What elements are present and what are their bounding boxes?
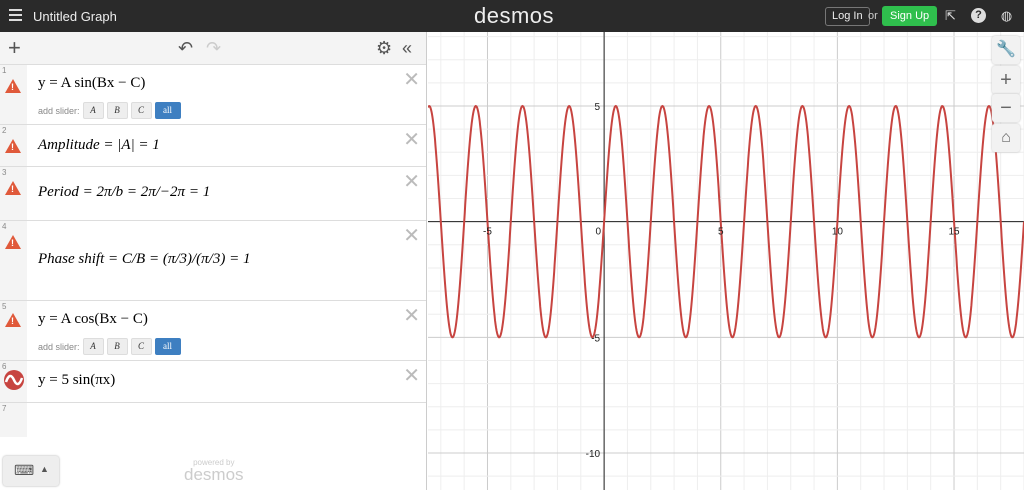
y-tick-label: -5 [591, 333, 600, 344]
redo-icon[interactable]: ↷ [206, 38, 221, 59]
zoom-in-button[interactable]: + [992, 66, 1020, 94]
expression-math[interactable]: Phase shift = C/B = (π/3)/(π/3) = 1 [38, 251, 250, 268]
warning-icon[interactable]: ! [5, 79, 21, 93]
row-number: 2 [2, 126, 7, 135]
login-button[interactable]: Log In [825, 7, 870, 26]
expression-math[interactable]: y = A cos(Bx − C) [38, 311, 148, 328]
keyboard-icon: ⌨ [14, 462, 35, 478]
expression-row-4[interactable]: 4! Phase shift = C/B = (π/3)/(π/3) = 1 ✕ [0, 221, 426, 301]
warning-icon[interactable]: ! [5, 313, 21, 327]
add-slider-label: add slider: [38, 105, 80, 116]
expression-math[interactable]: Period = 2π/b = 2π/−2π = 1 [38, 184, 210, 201]
expression-math[interactable]: y = 5 sin(πx) [38, 372, 115, 389]
menu-icon[interactable] [9, 9, 22, 22]
graph-canvas[interactable]: -5 0 5 10 15 5 -5 -10 [428, 32, 1024, 490]
warning-icon[interactable]: ! [5, 235, 21, 249]
powered-by-logo: desmos [184, 465, 244, 484]
graph-title[interactable]: Untitled Graph [33, 9, 117, 24]
keyboard-toggle-button[interactable]: ⌨ ▲ [3, 456, 59, 486]
delete-expression-icon[interactable]: ✕ [403, 127, 420, 152]
x-tick-label: -5 [483, 227, 492, 238]
expression-row-3[interactable]: 3! Period = 2π/b = 2π/−2π = 1 ✕ [0, 167, 426, 221]
expression-toolbar: + ↶ ↷ ⚙ « [0, 32, 426, 65]
delete-expression-icon[interactable]: ✕ [403, 67, 420, 92]
warning-icon[interactable]: ! [5, 181, 21, 195]
slider-button-c[interactable]: C [130, 338, 152, 355]
y-tick-label: 5 [595, 102, 601, 113]
zoom-out-button[interactable]: − [992, 94, 1020, 122]
add-slider-label: add slider: [38, 341, 80, 352]
row-number: 7 [2, 404, 7, 413]
undo-icon[interactable]: ↶ [178, 38, 193, 59]
delete-expression-icon[interactable]: ✕ [403, 223, 420, 248]
expression-row-5[interactable]: 5! y = A cos(Bx − C) ✕ add slider: A B Cal… [0, 301, 426, 361]
top-bar: Untitled Graph desmos Log In or Sign Up … [0, 0, 1024, 32]
x-tick-label: 0 [596, 227, 602, 238]
row-number: 1 [2, 66, 7, 75]
home-icon[interactable]: ⌂ [992, 124, 1020, 152]
slider-button-b[interactable]: B [106, 338, 128, 355]
row-number: 4 [2, 222, 7, 231]
x-tick-label: 5 [718, 227, 724, 238]
expression-panel: + ↶ ↷ ⚙ « 1! y = A sin(Bx − C) ✕ add sli… [0, 32, 427, 490]
slider-button-a[interactable]: A [82, 102, 104, 119]
expression-row-1[interactable]: 1! y = A sin(Bx − C) ✕ add slider: A B Cal… [0, 65, 426, 125]
row-number: 3 [2, 168, 7, 177]
expression-math[interactable]: y = A sin(Bx − C) [38, 75, 145, 92]
slider-button-c[interactable]: C [130, 102, 152, 119]
row-number: 5 [2, 302, 7, 311]
slider-button-a[interactable]: A [82, 338, 104, 355]
caret-up-icon: ▲ [40, 464, 49, 474]
expression-row-6[interactable]: 6 y = 5 sin(πx) ✕ [0, 361, 426, 403]
delete-expression-icon[interactable]: ✕ [403, 303, 420, 328]
settings-gear-icon[interactable]: ⚙ [376, 38, 392, 59]
or-text: or [868, 10, 878, 22]
help-icon[interactable]: ? [971, 8, 986, 23]
graph-color-icon[interactable] [3, 369, 25, 391]
expression-row-7[interactable]: 7 [0, 403, 426, 437]
y-tick-label: -10 [586, 449, 601, 460]
expression-math[interactable]: Amplitude = |A| = 1 [38, 137, 160, 154]
wrench-settings-icon[interactable]: 🔧 [992, 36, 1020, 64]
share-icon[interactable]: ⇱ [943, 8, 958, 23]
desmos-logo: desmos [474, 3, 555, 28]
warning-icon[interactable]: ! [5, 139, 21, 153]
add-slider-row: add slider: A B Call [38, 102, 181, 119]
x-tick-label: 10 [832, 227, 844, 238]
slider-button-all[interactable]: all [154, 102, 181, 119]
add-expression-button[interactable]: + [8, 35, 21, 61]
slider-button-b[interactable]: B [106, 102, 128, 119]
x-tick-label: 15 [948, 227, 960, 238]
delete-expression-icon[interactable]: ✕ [403, 169, 420, 194]
delete-expression-icon[interactable]: ✕ [403, 363, 420, 388]
collapse-panel-icon[interactable]: « [402, 38, 412, 59]
globe-icon[interactable]: ◍ [999, 8, 1014, 23]
signup-button[interactable]: Sign Up [882, 6, 938, 26]
add-slider-row: add slider: A B Call [38, 338, 181, 355]
slider-button-all[interactable]: all [154, 338, 181, 355]
expression-row-2[interactable]: 2! Amplitude = |A| = 1 ✕ [0, 125, 426, 167]
powered-by-desmos: powered by desmos [184, 458, 244, 484]
